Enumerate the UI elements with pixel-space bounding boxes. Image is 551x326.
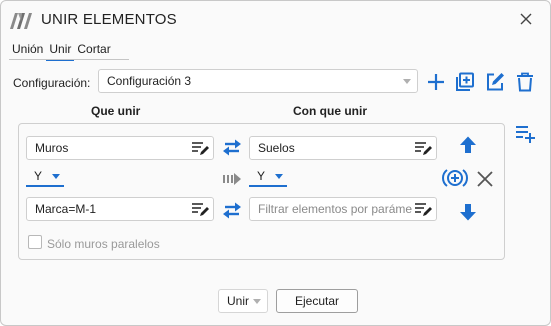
close-icon[interactable]	[516, 9, 536, 29]
join-with-heading: Con que unir	[293, 104, 367, 118]
swap-icon[interactable]	[221, 136, 243, 158]
what-to-join-heading: Que unir	[91, 104, 141, 118]
config-select-value: Configuración 3	[107, 74, 192, 88]
edit-filter-icon[interactable]	[413, 139, 433, 157]
arrow-up-icon[interactable]	[457, 134, 479, 156]
add-circle-icon[interactable]	[442, 166, 468, 190]
edit-filter-icon[interactable]	[413, 200, 433, 218]
tabs-divider	[9, 59, 129, 60]
config-select[interactable]: Configuración 3	[98, 69, 418, 93]
left-filter-field-1[interactable]: Muros	[26, 136, 214, 160]
swap-icon[interactable]	[221, 199, 243, 221]
tab-bar: Unión Unir Cortar	[9, 41, 114, 61]
tab-cortar[interactable]: Cortar	[74, 41, 113, 61]
right-filter-field-2[interactable]: Filtrar elementos por paráme	[249, 197, 437, 221]
app-logo-icon	[10, 13, 32, 29]
window-title: UNIR ELEMENTOS	[41, 11, 177, 28]
delete-icon[interactable]	[514, 71, 536, 93]
chevron-down-icon	[403, 79, 411, 84]
edit-icon[interactable]	[484, 71, 506, 93]
remove-icon[interactable]	[474, 168, 496, 190]
mode-select-value: Unir	[227, 294, 250, 308]
left-filter-field-2[interactable]: Marca=M-1	[26, 197, 214, 221]
mode-select[interactable]: Unir	[218, 289, 268, 313]
left-filter-field-1-value: Muros	[35, 141, 69, 155]
parallel-walls-label: Sólo muros paralelos	[47, 237, 160, 251]
arrow-down-icon[interactable]	[457, 201, 479, 223]
title-bar: UNIR ELEMENTOS	[1, 1, 550, 37]
right-filter-field-1[interactable]: Suelos	[249, 136, 437, 160]
unir-elementos-dialog: UNIR ELEMENTOS Unión Unir Cortar Configu…	[0, 0, 551, 326]
right-operator-value: Y	[257, 169, 266, 183]
left-operator-value: Y	[34, 169, 43, 183]
right-filter-field-2-placeholder: Filtrar elementos por paráme	[258, 202, 413, 216]
edit-filter-icon[interactable]	[190, 200, 210, 218]
flow-arrow-icon	[223, 173, 241, 185]
chevron-down-icon	[52, 174, 60, 179]
run-button[interactable]: Ejecutar	[276, 289, 358, 313]
duplicate-icon[interactable]	[454, 71, 476, 93]
edit-filter-icon[interactable]	[190, 139, 210, 157]
left-operator-dropdown[interactable]: Y	[26, 167, 64, 187]
chevron-down-icon	[253, 299, 261, 304]
right-filter-field-1-value: Suelos	[258, 141, 295, 155]
right-operator-dropdown[interactable]: Y	[249, 167, 287, 187]
add-icon[interactable]	[425, 71, 447, 93]
add-list-icon[interactable]	[514, 122, 536, 144]
tab-unir[interactable]: Unir	[46, 41, 75, 61]
left-filter-field-2-value: Marca=M-1	[35, 202, 97, 216]
tab-union[interactable]: Unión	[9, 41, 46, 61]
chevron-down-icon	[275, 174, 283, 179]
config-label: Configuración:	[13, 76, 91, 90]
parallel-walls-checkbox[interactable]	[28, 235, 42, 249]
